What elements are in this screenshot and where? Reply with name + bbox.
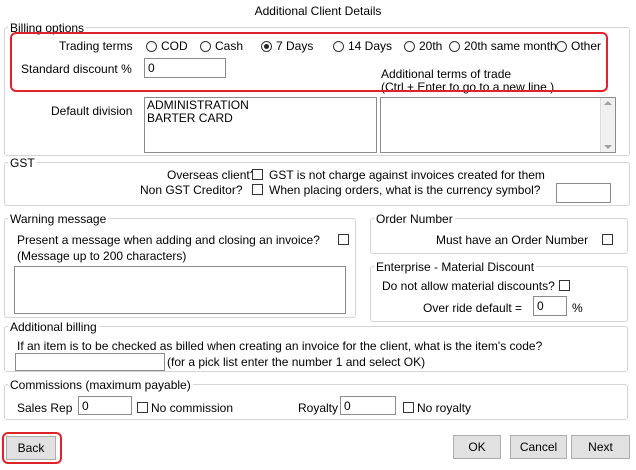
additional-billing-label: Additional billing <box>8 320 99 334</box>
overseas-client-desc: GST is not charge against invoices creat… <box>269 168 545 182</box>
royalty-label: Royalty <box>298 401 339 415</box>
overseas-client-label: Overseas client? <box>167 168 257 182</box>
message-hint: (Message up to 200 characters) <box>17 249 187 263</box>
no-commission-label: No commission <box>151 401 234 415</box>
sales-rep-input[interactable]: 0 <box>78 396 132 415</box>
item-code-input[interactable] <box>15 353 165 371</box>
currency-symbol-input[interactable] <box>556 183 611 203</box>
ok-button[interactable]: OK <box>453 435 501 459</box>
highlight-back-button <box>2 432 62 464</box>
must-have-order-number-checkbox[interactable] <box>602 234 613 245</box>
percent-sign: % <box>572 301 583 315</box>
highlight-trading-terms <box>10 32 608 92</box>
sales-rep-label: Sales Rep <box>17 401 73 415</box>
overseas-client-checkbox[interactable] <box>252 169 263 180</box>
list-item[interactable]: BARTER CARD <box>147 112 374 125</box>
override-default-input[interactable]: 0 <box>533 296 567 316</box>
present-message-checkbox[interactable] <box>338 234 349 245</box>
warning-message-textarea[interactable] <box>14 266 346 314</box>
royalty-input[interactable]: 0 <box>340 396 396 415</box>
additional-billing-question: If an item is to be checked as billed wh… <box>17 339 543 353</box>
no-royalty-checkbox[interactable] <box>403 402 414 413</box>
window-title: Additional Client Details <box>254 4 382 18</box>
scroll-down-icon[interactable] <box>604 145 612 149</box>
non-gst-creditor-label: Non GST Creditor? <box>140 183 243 197</box>
order-number-label: Order Number <box>374 212 455 226</box>
do-not-allow-discounts-checkbox[interactable] <box>559 280 570 291</box>
must-have-order-number-label: Must have an Order Number <box>436 233 589 247</box>
next-button[interactable]: Next <box>571 435 630 459</box>
gst-label: GST <box>8 156 37 170</box>
pick-list-hint: (for a pick list enter the number 1 and … <box>167 355 426 369</box>
currency-symbol-label: When placing orders, what is the currenc… <box>269 183 541 197</box>
scroll-up-icon[interactable] <box>604 101 612 105</box>
override-default-label: Over ride default = <box>423 301 523 315</box>
cancel-button[interactable]: Cancel <box>510 435 567 459</box>
do-not-allow-discounts-label: Do not allow material discounts? <box>382 279 555 293</box>
textarea-scrollbar[interactable] <box>600 98 615 152</box>
no-commission-checkbox[interactable] <box>137 402 148 413</box>
non-gst-creditor-checkbox[interactable] <box>252 184 263 195</box>
no-royalty-label: No royalty <box>417 401 472 415</box>
commissions-label: Commissions (maximum payable) <box>8 378 193 392</box>
enterprise-label: Enterprise - Material Discount <box>374 260 537 274</box>
default-division-label: Default division <box>51 104 133 118</box>
default-division-list[interactable]: ADMINISTRATION BARTER CARD <box>144 97 377 153</box>
warning-message-label: Warning message <box>8 212 109 226</box>
additional-terms-textarea[interactable] <box>380 97 616 153</box>
present-message-label: Present a message when adding and closin… <box>17 233 320 247</box>
